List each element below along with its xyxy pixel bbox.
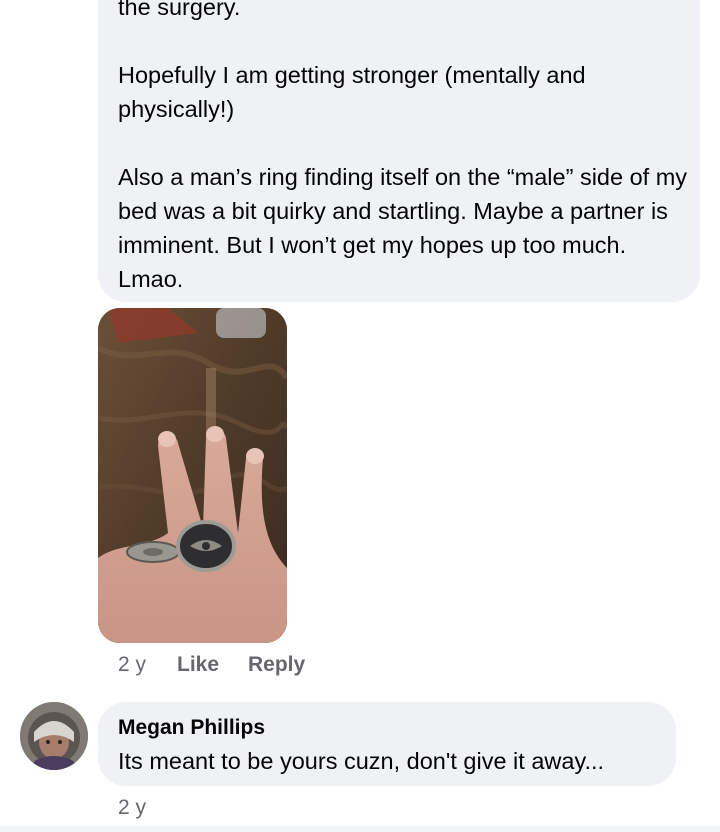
comment-timestamp: 2 y (118, 653, 147, 676)
avatar[interactable] (20, 702, 88, 770)
comment-paragraph: the surgery. (118, 0, 241, 20)
like-button[interactable]: Like (177, 652, 219, 678)
comment-photo[interactable] (98, 308, 287, 643)
hand-with-rings-image (98, 308, 287, 643)
comment-paragraph: Hopefully I am getting stronger (mentall… (118, 62, 586, 122)
profile-picture-icon (20, 702, 88, 770)
reply-text: Its meant to be yours cuzn, don't give i… (118, 748, 605, 774)
divider (0, 826, 720, 832)
reply-author-name[interactable]: Megan Phillips (118, 714, 265, 742)
comment-thread: the surgery. Hopefully I am getting stro… (0, 0, 720, 832)
reply-timestamp: 2 y (118, 796, 147, 819)
reply-button[interactable]: Reply (248, 652, 305, 678)
comment-paragraph: Also a man’s ring finding itself on the … (118, 164, 688, 292)
